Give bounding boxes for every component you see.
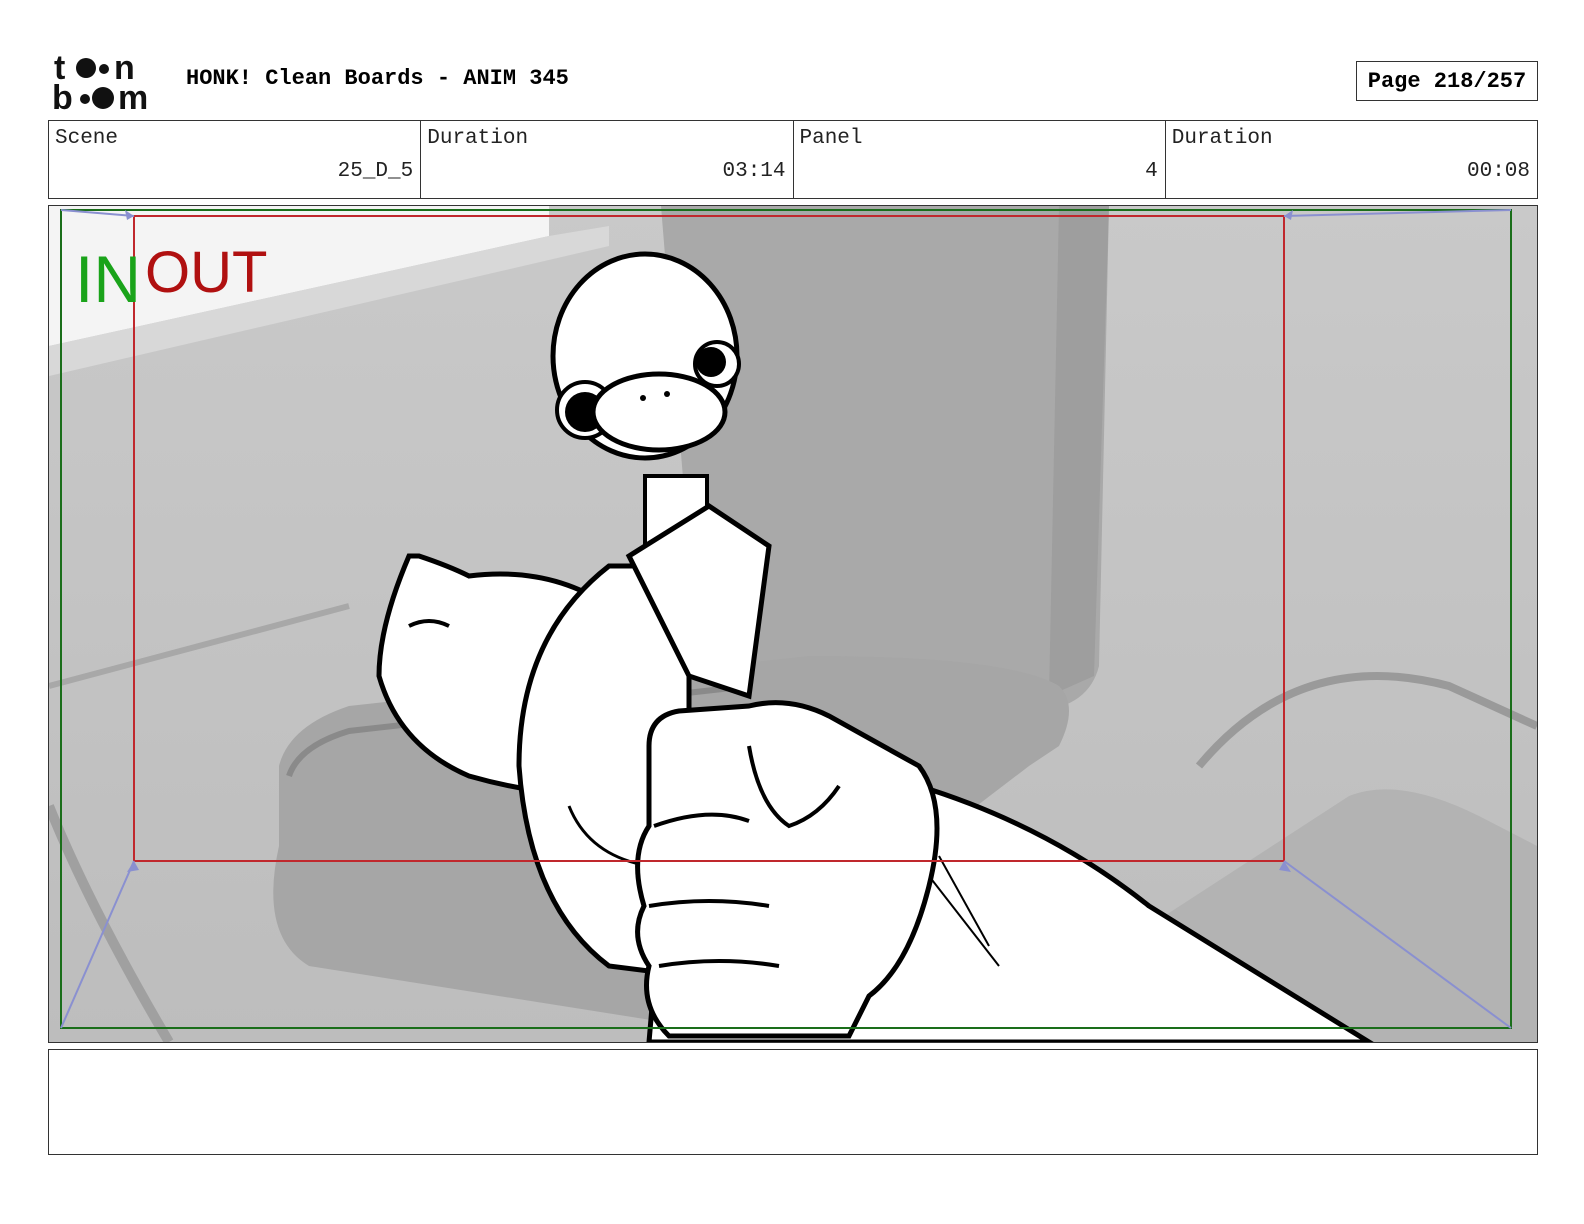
scene-label: Scene — [55, 127, 119, 150]
in-label: IN — [75, 242, 141, 316]
panel-duration-value: 00:08 — [1466, 160, 1530, 183]
out-label: OUT — [145, 240, 267, 305]
storyboard-panel: IN OUT — [48, 205, 1538, 1043]
panel-duration-label: Duration — [1171, 127, 1273, 150]
goose-beak — [590, 371, 728, 453]
page-indicator: Page 218/257 — [1356, 61, 1538, 101]
panel-value: 4 — [1145, 160, 1158, 183]
panel-cell: Panel 4 — [792, 121, 1165, 198]
scene-duration-value: 03:14 — [722, 160, 786, 183]
panel-duration-cell: Duration 00:08 — [1164, 121, 1537, 198]
panel-drawing: IN OUT — [49, 206, 1537, 1042]
scene-duration-cell: Duration 03:14 — [420, 121, 792, 198]
scene-value: 25_D_5 — [337, 160, 414, 183]
toon-boom-logo: t n b m — [52, 49, 164, 117]
svg-text:m: m — [118, 79, 148, 112]
goose-eye-right — [696, 347, 726, 377]
scene-cell: Scene 25_D_5 — [49, 121, 420, 198]
panel-label: Panel — [799, 127, 863, 150]
svg-text:b: b — [52, 79, 73, 112]
scene-info-table: Scene 25_D_5 Duration 03:14 Panel 4 Dura… — [48, 120, 1538, 199]
scene-duration-label: Duration — [427, 127, 529, 150]
caption-box — [48, 1049, 1538, 1155]
document-title: HONK! Clean Boards - ANIM 345 — [186, 66, 569, 91]
